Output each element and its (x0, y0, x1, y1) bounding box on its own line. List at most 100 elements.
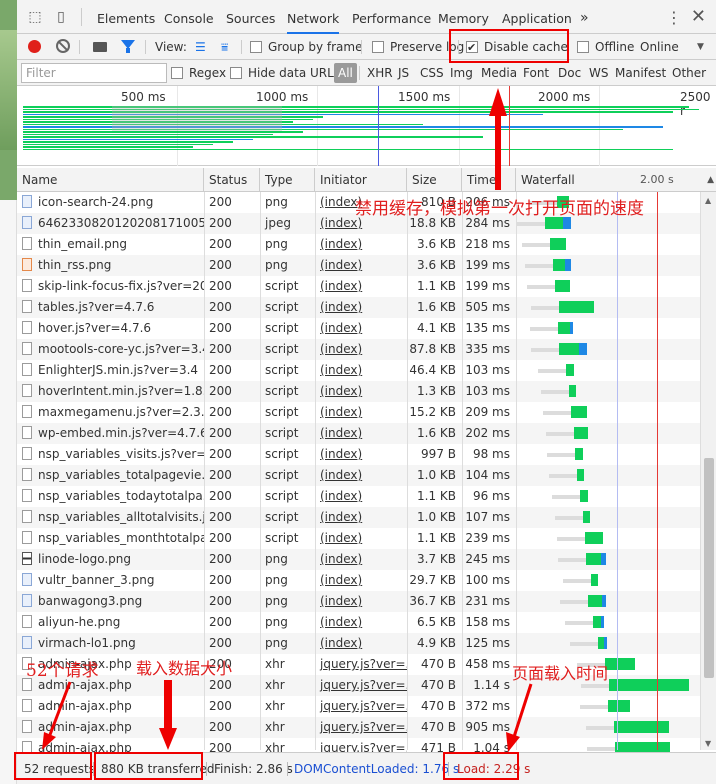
initiator-link[interactable]: (index) (320, 552, 362, 566)
cell-initiator[interactable]: (index) (315, 339, 407, 360)
table-row[interactable]: hoverIntent.min.js?ver=1.8.1 200 script (in… (17, 381, 700, 402)
cell-initiator[interactable]: (index) (315, 255, 407, 276)
cell-name[interactable]: nsp_variables_monthtotalpa... (17, 528, 204, 549)
cell-initiator[interactable]: (index) (315, 486, 407, 507)
hide-data-urls-checkbox[interactable]: Hide data URLs (230, 64, 340, 82)
type-filter-img[interactable]: Img (450, 64, 473, 82)
more-tabs-icon[interactable]: » (580, 0, 589, 34)
cell-name[interactable]: mootools-core-yc.js?ver=3.4 (17, 339, 204, 360)
cell-name[interactable]: maxmegamenu.js?ver=2.3.7.1 (17, 402, 204, 423)
initiator-link[interactable]: (index) (320, 468, 362, 482)
initiator-link[interactable]: jquery.js?ver=... (320, 699, 407, 713)
initiator-link[interactable]: (index) (320, 321, 362, 335)
offline-checkbox[interactable]: Offline (577, 38, 634, 56)
cell-name[interactable]: aliyun-he.png (17, 612, 204, 633)
table-row[interactable]: nsp_variables_totalpagevie... 200 script (i… (17, 465, 700, 486)
type-filter-ws[interactable]: WS (589, 64, 608, 82)
filter-input[interactable]: Filter (21, 63, 167, 83)
table-row[interactable]: nsp_variables_alltotalvisits.js... 200 scr… (17, 507, 700, 528)
cell-name[interactable]: thin_email.png (17, 234, 204, 255)
cell-name[interactable]: hoverIntent.min.js?ver=1.8.1 (17, 381, 204, 402)
cell-initiator[interactable]: (index) (315, 276, 407, 297)
type-filter-js[interactable]: JS (398, 64, 409, 82)
type-filter-css[interactable]: CSS (420, 64, 444, 82)
tab-network[interactable]: Network (287, 0, 340, 34)
throttle-select[interactable]: Online (640, 38, 679, 56)
col-type-header[interactable]: Type (260, 168, 315, 192)
initiator-link[interactable]: (index) (320, 258, 362, 272)
cell-name[interactable]: hover.js?ver=4.7.6 (17, 318, 204, 339)
kebab-menu-icon[interactable]: ⋮ (666, 8, 682, 27)
table-row[interactable]: admin-ajax.php200xhrjquery.js?ver=...470… (17, 696, 700, 717)
record-icon[interactable] (28, 40, 41, 53)
table-row[interactable]: nsp_variables_monthtotalpa... 200 script (i… (17, 528, 700, 549)
cell-name[interactable]: tables.js?ver=4.7.6 (17, 297, 204, 318)
col-waterfall-header[interactable]: Waterfall 2.00 s ▲ (516, 168, 714, 192)
cell-name[interactable]: EnlighterJS.min.js?ver=3.4 (17, 360, 204, 381)
cell-initiator[interactable]: (index) (315, 528, 407, 549)
cell-name[interactable]: nsp_variables_alltotalvisits.js... (17, 507, 204, 528)
initiator-link[interactable]: (index) (320, 426, 362, 440)
tab-sources[interactable]: Sources (226, 0, 275, 34)
cell-name[interactable]: nsp_variables_todaytotalpa... (17, 486, 204, 507)
col-initiator-header[interactable]: Initiator (315, 168, 407, 192)
cell-name[interactable]: vultr_banner_3.png (17, 570, 204, 591)
type-filter-font[interactable]: Font (523, 64, 549, 82)
initiator-link[interactable]: (index) (320, 363, 362, 377)
table-row[interactable]: thin_rss.png 200 png (index) 3.6 KB 199 ms (17, 255, 700, 276)
overview-waterfall-icon[interactable]: ⩸ (221, 41, 228, 53)
tab-elements[interactable]: Elements (97, 0, 155, 34)
cell-name[interactable]: virmach-lo1.png (17, 633, 204, 654)
cell-name[interactable]: nsp_variables_visits.js?ver=4... (17, 444, 204, 465)
cell-name[interactable]: linode-logo.png (17, 549, 204, 570)
tab-performance[interactable]: Performance (352, 0, 431, 34)
initiator-link[interactable]: (index) (320, 342, 362, 356)
cell-name[interactable]: skip-link-focus-fix.js?ver=20... (17, 276, 204, 297)
cell-initiator[interactable]: (index) (315, 234, 407, 255)
table-row[interactable]: admin-ajax.php200xhrjquery.js?ver=...470… (17, 717, 700, 738)
initiator-link[interactable]: (index) (320, 510, 362, 524)
table-row[interactable]: aliyun-he.png 200 png (index) 6.5 KB 158 ms (17, 612, 700, 633)
scroll-up-icon[interactable]: ▲ (705, 196, 711, 205)
table-row[interactable]: nsp_variables_todaytotalpa... 200 script (i… (17, 486, 700, 507)
cell-initiator[interactable]: (index) (315, 297, 407, 318)
type-filter-manifest[interactable]: Manifest (615, 64, 666, 82)
initiator-link[interactable]: (index) (320, 300, 362, 314)
initiator-link[interactable]: (index) (320, 636, 362, 650)
table-row[interactable]: tables.js?ver=4.7.6 200 script (index) 1.6 K… (17, 297, 700, 318)
initiator-link[interactable]: (index) (320, 573, 362, 587)
type-filter-media[interactable]: Media (481, 64, 517, 82)
cell-initiator[interactable]: jquery.js?ver=... (315, 675, 407, 696)
cell-initiator[interactable]: (index) (315, 360, 407, 381)
table-row[interactable]: EnlighterJS.min.js?ver=3.4 200 script (inde… (17, 360, 700, 381)
cell-name[interactable]: 6462330820120208171005... (17, 213, 204, 234)
col-size-header[interactable]: Size (407, 168, 462, 192)
cell-name[interactable]: banwagong3.png (17, 591, 204, 612)
initiator-link[interactable]: (index) (320, 447, 362, 461)
tab-console[interactable]: Console (164, 0, 214, 34)
cell-initiator[interactable]: (index) (315, 507, 407, 528)
col-name-header[interactable]: Name (17, 168, 204, 192)
overview-selection[interactable] (112, 106, 282, 131)
cell-initiator[interactable]: jquery.js?ver=... (315, 717, 407, 738)
type-filter-doc[interactable]: Doc (558, 64, 581, 82)
initiator-link[interactable]: (index) (320, 279, 362, 293)
type-filter-other[interactable]: Other (672, 64, 706, 82)
cell-initiator[interactable]: (index) (315, 612, 407, 633)
chevron-down-icon[interactable]: ▼ (697, 42, 704, 52)
initiator-link[interactable]: (index) (320, 489, 362, 503)
table-row[interactable]: thin_email.png 200 png (index) 3.6 KB 218 ms (17, 234, 700, 255)
table-row[interactable]: virmach-lo1.png 200 png (index) 4.9 KB 125 ms (17, 633, 700, 654)
initiator-link[interactable]: (index) (320, 615, 362, 629)
table-row[interactable]: skip-link-focus-fix.js?ver=20... 200 scrip… (17, 276, 700, 297)
initiator-link[interactable]: (index) (320, 384, 362, 398)
table-row[interactable]: mootools-core-yc.js?ver=3.4 200 script (ind… (17, 339, 700, 360)
group-by-frame-checkbox[interactable]: Group by frame (250, 38, 362, 56)
cell-initiator[interactable]: (index) (315, 444, 407, 465)
cell-initiator[interactable]: (index) (315, 402, 407, 423)
initiator-link[interactable]: (index) (320, 594, 362, 608)
scroll-down-icon[interactable]: ▼ (705, 739, 711, 748)
initiator-link[interactable]: jquery.js?ver=... (320, 678, 407, 692)
inspect-element-icon[interactable]: ⬚ (27, 9, 43, 25)
table-row[interactable]: linode-logo.png 200 png (index) 3.7 KB 245 ms (17, 549, 700, 570)
